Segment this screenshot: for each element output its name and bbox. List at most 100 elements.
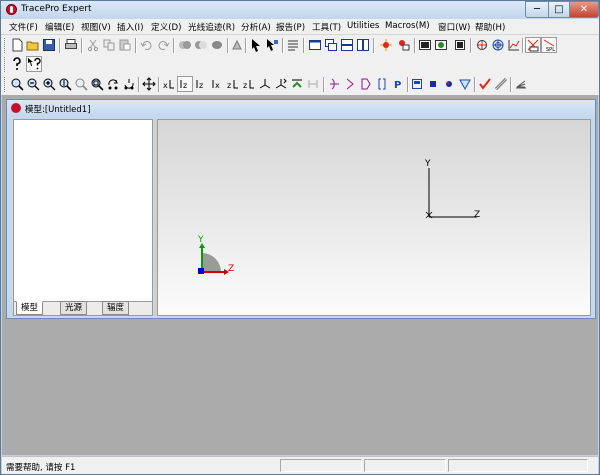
toolbar-grip[interactable] [4, 77, 7, 92]
menu-bar: 文件(F) 编辑(E) 视图(V) 插入(I) 定义(D) 光线追迹(R) 分析… [1, 19, 599, 35]
redo-icon[interactable] [155, 37, 171, 53]
ray-file-icon[interactable] [525, 37, 541, 53]
toolbar-separator [138, 77, 140, 92]
rotate-view-icon[interactable] [105, 76, 121, 92]
menu-view[interactable]: 视图(V) [81, 21, 111, 33]
block-icon[interactable] [409, 76, 425, 92]
orbit-view-icon[interactable] [121, 76, 137, 92]
zoom-selection-icon[interactable] [89, 76, 105, 92]
cube-icon[interactable] [425, 76, 441, 92]
menu-define[interactable]: 定义(D) [151, 21, 182, 33]
raytrace-grid-icon[interactable] [396, 37, 412, 53]
toolbar-separator [522, 38, 524, 53]
cut-icon[interactable] [85, 37, 101, 53]
raytrace-star-icon[interactable] [378, 37, 394, 53]
solid-tool-icon[interactable] [229, 37, 245, 53]
paste-icon[interactable] [117, 37, 133, 53]
prism-icon[interactable] [358, 76, 374, 92]
raysorting-icon[interactable] [452, 37, 468, 53]
view-xy-icon[interactable]: x [161, 76, 177, 92]
menu-analysis[interactable]: 分析(A) [241, 21, 271, 33]
minimize-button[interactable]: ─ [525, 1, 549, 18]
properties-icon[interactable] [285, 37, 301, 53]
zoom-dynamic-icon[interactable] [57, 76, 73, 92]
model-viewport[interactable]: Y Z Y Z [157, 119, 591, 316]
menu-tools[interactable]: 工具(T) [312, 21, 341, 33]
lens-icon[interactable] [326, 76, 342, 92]
zoom-out-icon[interactable] [25, 76, 41, 92]
undo-icon[interactable] [139, 37, 155, 53]
view-previous-icon[interactable] [273, 76, 289, 92]
view-minus-y-icon[interactable]: z [241, 76, 257, 92]
svg-text:x: x [215, 81, 220, 90]
close-button[interactable]: ✕ [569, 1, 599, 18]
menu-help[interactable]: 帮助(H) [475, 21, 505, 33]
lineplot-icon[interactable] [506, 37, 522, 53]
menu-report[interactable]: 报告(P) [276, 21, 305, 33]
app-window: TracePro Expert ─ □ ✕ 文件(F) 编辑(E) 视图(V) … [0, 0, 600, 475]
angle-analysis-icon[interactable] [474, 37, 490, 53]
toolbar-grip[interactable] [4, 38, 7, 53]
tracepro-logo-icon[interactable] [6, 4, 17, 15]
view-zx-icon[interactable]: z [193, 76, 209, 92]
zoom-window-icon[interactable] [41, 76, 57, 92]
status-pane [364, 459, 446, 472]
view-minus-x-icon[interactable]: x [209, 76, 225, 92]
menu-utilities[interactable]: Utilities [347, 21, 379, 31]
context-help-icon[interactable] [26, 56, 42, 72]
sphere-icon[interactable] [441, 76, 457, 92]
select-pointer-icon[interactable] [248, 37, 264, 53]
cone-icon[interactable] [457, 76, 473, 92]
copy-icon[interactable] [101, 37, 117, 53]
view-minus-z-icon[interactable]: z [225, 76, 241, 92]
mirror-icon[interactable] [342, 76, 358, 92]
system-tree-panel[interactable]: 模型 光源 辐度 [13, 119, 153, 316]
boolean-intersect-icon[interactable] [209, 37, 225, 53]
tab-radiance[interactable]: 辐度 [102, 301, 130, 315]
maximize-button[interactable]: □ [548, 1, 570, 18]
p-parameter-icon[interactable]: P [390, 76, 406, 92]
bracket-icon[interactable] [374, 76, 390, 92]
candela-plot-icon[interactable] [433, 37, 449, 53]
tab-sources[interactable]: 光源 [60, 301, 88, 315]
toolbar-grip[interactable] [4, 57, 7, 72]
menu-file[interactable]: 文件(F) [9, 21, 38, 33]
save-icon[interactable] [41, 37, 57, 53]
window-single-icon[interactable] [307, 37, 323, 53]
window-tile-vertical-icon[interactable] [355, 37, 371, 53]
menu-raytrace[interactable]: 光线追迹(R) [188, 21, 235, 33]
view-reset-icon[interactable] [289, 76, 305, 92]
polar-plot-icon[interactable] [490, 37, 506, 53]
toolbar-separator [173, 38, 175, 53]
tracepro-document-icon[interactable] [11, 103, 21, 113]
view-yz-icon[interactable]: z [177, 76, 193, 92]
main-z-label: Z [474, 210, 480, 220]
tab-model[interactable]: 模型 [16, 301, 44, 315]
triad-x-axis-point [198, 268, 204, 274]
boolean-union-icon[interactable] [177, 37, 193, 53]
boolean-subtract-icon[interactable] [193, 37, 209, 53]
menu-edit[interactable]: 编辑(E) [45, 21, 74, 33]
window-tile-horizontal-icon[interactable] [339, 37, 355, 53]
window-title: TracePro Expert [21, 4, 92, 14]
menu-window[interactable]: 窗口(W) [438, 21, 470, 33]
irradiance-map-icon[interactable] [417, 37, 433, 53]
help-icon[interactable] [9, 56, 25, 72]
menu-macros[interactable]: Macros(M) [385, 21, 430, 31]
new-file-icon[interactable] [9, 37, 25, 53]
zoom-all-icon[interactable] [73, 76, 89, 92]
view-isometric-icon[interactable] [257, 76, 273, 92]
select-surface-icon[interactable] [264, 37, 280, 53]
ray-display-icon[interactable] [513, 76, 529, 92]
measure-icon[interactable] [493, 76, 509, 92]
print-icon[interactable] [63, 37, 79, 53]
spl-export-icon[interactable]: SPL [541, 37, 557, 53]
open-folder-icon[interactable] [25, 37, 41, 53]
zoom-in-icon[interactable] [9, 76, 25, 92]
check-icon[interactable] [477, 76, 493, 92]
pan-icon[interactable] [141, 76, 157, 92]
svg-text:x: x [163, 81, 168, 90]
menu-insert[interactable]: 插入(I) [117, 21, 143, 33]
view-disabled-icon[interactable] [305, 76, 321, 92]
window-cascade-icon[interactable] [323, 37, 339, 53]
